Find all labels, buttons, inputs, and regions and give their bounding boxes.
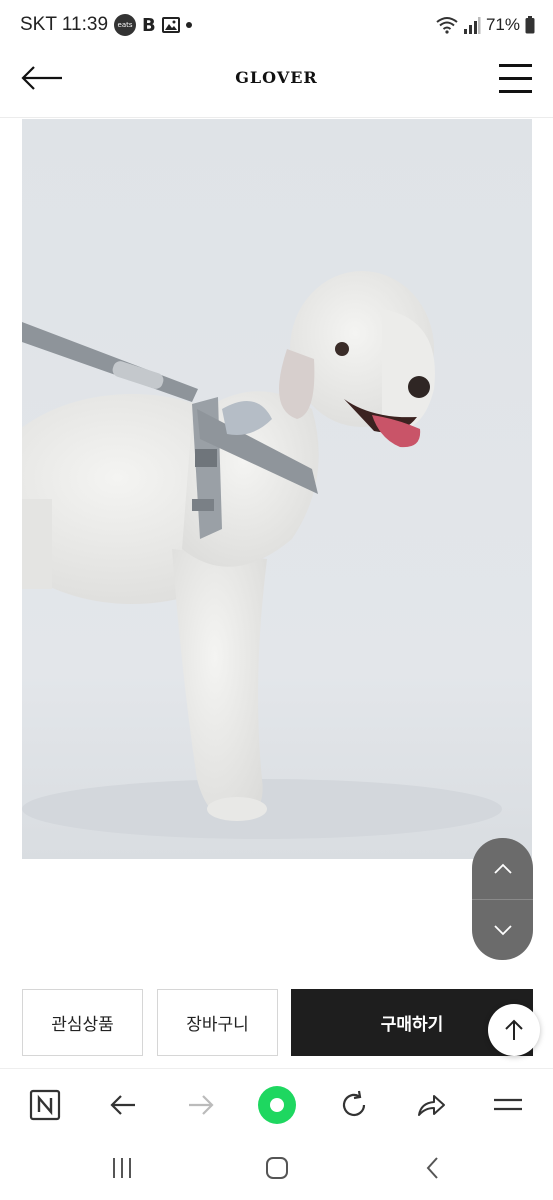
battery-percent: 71% [485,15,520,34]
signal-icon [463,17,481,34]
recent-apps-button[interactable] [104,1152,140,1184]
browser-home-button[interactable] [257,1085,297,1125]
notification-dot-icon [185,22,192,28]
status-right: 71% [436,15,535,35]
add-to-cart-button[interactable]: 장바구니 [157,989,278,1056]
scroll-up-button[interactable] [472,838,533,899]
naver-n-icon [29,1089,61,1121]
recent-apps-icon [113,1158,131,1178]
chevron-up-icon [493,863,512,874]
status-left: SKT 11:39 eats B [20,14,192,36]
refresh-icon [342,1090,366,1117]
scroll-to-top-button[interactable] [488,1004,540,1056]
eats-icon-label: eats [117,20,133,29]
hamburger-line [499,90,532,93]
back-icon [426,1157,438,1179]
naver-n-button[interactable] [25,1085,65,1125]
menu-icon [494,1098,522,1111]
eats-icon: eats [114,14,137,36]
carrier-time: SKT 11:39 [20,14,109,35]
scroll-control [472,838,533,960]
browser-forward-button[interactable] [181,1085,221,1125]
purchase-action-bar: 관심상품 장바구니 구매하기 [22,989,533,1056]
system-navigation-bar [0,1138,553,1200]
back-arrow-icon [110,1095,135,1115]
scroll-down-button[interactable] [472,899,533,960]
dog-harness-photo [22,119,532,859]
browser-back-button[interactable] [103,1085,143,1125]
home-button[interactable] [259,1152,295,1184]
product-image[interactable] [22,119,532,859]
green-home-icon [258,1086,296,1124]
hamburger-menu-icon [499,64,532,67]
share-button[interactable] [411,1085,451,1125]
gallery-icon [161,17,180,33]
browser-menu-button[interactable] [488,1085,528,1125]
share-icon [418,1095,445,1116]
home-icon [266,1157,288,1179]
brand-logo[interactable]: GLOVER [0,68,553,87]
hamburger-line [499,77,532,80]
site-header: GLOVER [0,52,553,118]
chevron-down-icon [493,925,512,936]
refresh-button[interactable] [334,1085,374,1125]
wishlist-button[interactable]: 관심상품 [22,989,143,1056]
b-app-icon: B [142,14,156,36]
arrow-up-icon [505,1019,523,1040]
wifi-icon [436,17,458,34]
menu-button[interactable] [499,62,533,96]
system-back-button[interactable] [414,1152,450,1184]
browser-toolbar [0,1068,553,1138]
forward-arrow-icon [189,1095,214,1115]
battery-icon [525,16,535,34]
status-bar: SKT 11:39 eats B 71% [0,0,553,52]
